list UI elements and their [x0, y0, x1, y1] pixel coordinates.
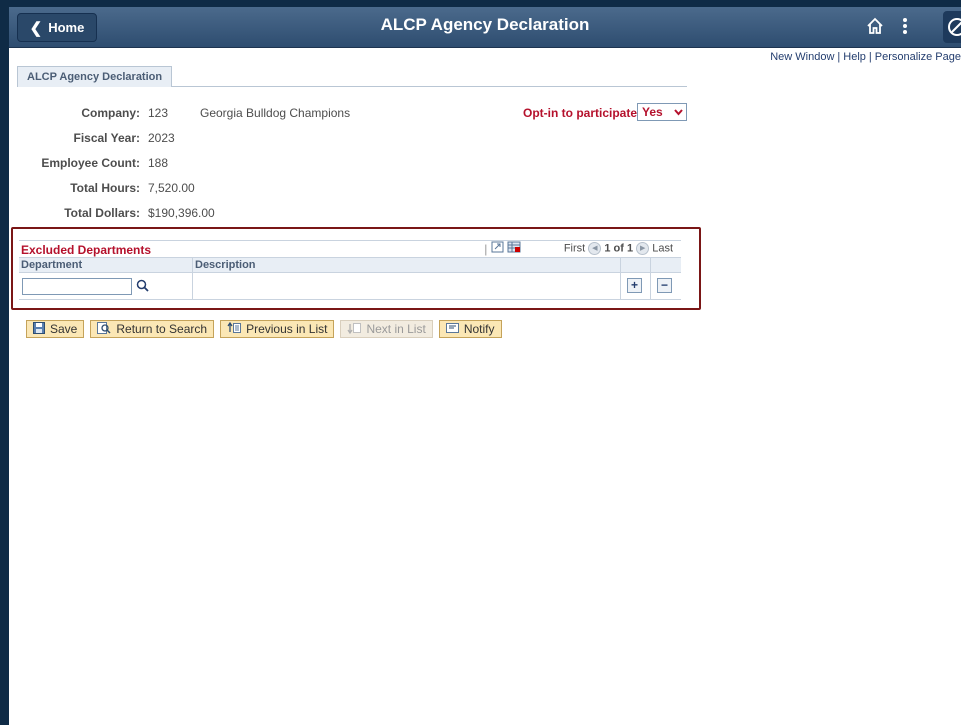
more-vertical-icon[interactable] [901, 16, 909, 42]
company-label: Company: [81, 106, 140, 120]
personalize-grid-icon[interactable]: | [484, 242, 487, 256]
grid-column-headers: Department Description [19, 257, 681, 273]
zoom-icon[interactable] [491, 241, 507, 256]
company-description: Georgia Bulldog Champions [200, 106, 351, 120]
notify-button[interactable]: Notify [438, 320, 502, 338]
new-window-link[interactable]: New Window [770, 51, 834, 63]
chevron-down-icon [674, 104, 683, 126]
add-row-button[interactable]: + [627, 278, 642, 293]
fiscal-year-value: 2023 [148, 131, 175, 145]
optin-select[interactable]: Yes [637, 103, 687, 121]
help-link[interactable]: Help [843, 51, 866, 63]
delete-row-button[interactable]: − [657, 278, 672, 293]
tab-strip: ALCP Agency Declaration [17, 66, 687, 87]
grid-header: Excluded Departments | First ◀ 1 of 1 ▶ … [19, 240, 681, 257]
last-link[interactable]: Last [652, 242, 673, 254]
column-header-description[interactable]: Description [195, 259, 256, 271]
window-frame-top [0, 0, 961, 7]
next-in-list-button[interactable]: Next in List [340, 320, 433, 338]
previous-in-list-icon [227, 321, 242, 337]
total-dollars-label: Total Dollars: [64, 206, 140, 220]
optin-selected-value: Yes [642, 105, 663, 119]
navbar-button[interactable] [943, 11, 961, 43]
grid-navigation: First ◀ 1 of 1 ▶ Last [564, 242, 673, 255]
excluded-departments-grid: Excluded Departments | First ◀ 1 of 1 ▶ … [19, 240, 681, 300]
header-banner: ❮ Home ALCP Agency Declaration [9, 7, 961, 48]
search-icon[interactable] [136, 279, 149, 295]
previous-in-list-button[interactable]: Previous in List [220, 320, 335, 338]
employee-count-value: 188 [148, 156, 169, 170]
personalize-page-link[interactable]: Personalize Page [875, 51, 961, 63]
column-header-department[interactable]: Department [21, 259, 82, 271]
table-row: + − [19, 273, 681, 300]
total-hours-label: Total Hours: [70, 181, 140, 195]
page-indicator: 1 of 1 [604, 242, 634, 255]
fiscal-year-label: Fiscal Year: [73, 131, 141, 145]
total-hours-value: 7,520.00 [148, 181, 195, 195]
grid-tools: | [484, 241, 521, 256]
save-button[interactable]: Save [26, 320, 85, 338]
first-link[interactable]: First [564, 242, 585, 254]
department-input[interactable] [22, 278, 132, 295]
save-icon [33, 321, 45, 337]
next-in-list-icon [347, 322, 362, 337]
total-dollars-value: $190,396.00 [148, 206, 215, 220]
grid-title: Excluded Departments [21, 243, 152, 257]
navbar-icon [948, 18, 961, 36]
return-to-search-icon [97, 321, 111, 337]
page-toolbar: Save Return to Search Previous in List N… [26, 320, 502, 338]
download-excel-icon[interactable] [507, 241, 521, 256]
home-icon[interactable] [865, 16, 885, 42]
previous-arrow-icon[interactable]: ◀ [588, 242, 602, 255]
notify-icon [445, 322, 459, 337]
page-links: New Window | Help | Personalize Page [770, 51, 961, 63]
company-value: 123 [148, 106, 169, 120]
optin-label: Opt-in to participate: [523, 106, 641, 120]
next-arrow-icon[interactable]: ▶ [636, 242, 650, 255]
page-title: ALCP Agency Declaration [380, 15, 590, 34]
employee-count-label: Employee Count: [41, 156, 140, 170]
return-to-search-button[interactable]: Return to Search [90, 320, 215, 338]
tab-alcp-agency-declaration[interactable]: ALCP Agency Declaration [17, 66, 173, 87]
